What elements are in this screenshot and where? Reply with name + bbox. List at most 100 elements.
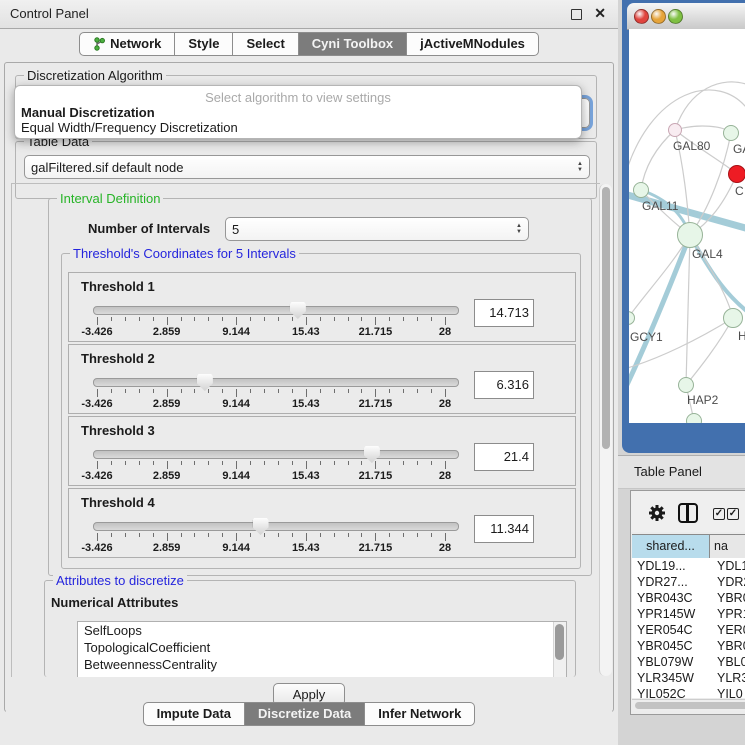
tick-mark <box>375 461 376 469</box>
table-data-combobox[interactable]: galFiltered.sif default node ▲▼ <box>24 155 590 179</box>
cell-shared-name[interactable]: YDL19... <box>632 558 711 574</box>
interval-definition-title: Interval Definition <box>57 191 163 206</box>
cell-shared-name[interactable]: YPR145W <box>632 606 711 622</box>
table-row[interactable]: YIL052CYIL0 <box>632 686 745 698</box>
table-body: YDL19...YDL1YDR27...YDR2YBR043CYBR0YPR14… <box>632 558 745 698</box>
tick-mark <box>306 461 307 469</box>
top-right-node[interactable] <box>723 125 739 141</box>
cell-name[interactable]: YIL0 <box>711 686 745 698</box>
table-row[interactable]: YBL079WYBL0 <box>632 654 745 670</box>
scrollbar-thumb[interactable] <box>602 187 610 449</box>
cell-name[interactable]: YBR0 <box>711 638 745 654</box>
list-item[interactable]: SelfLoops <box>78 622 566 639</box>
tab-select[interactable]: Select <box>233 32 298 56</box>
cell-shared-name[interactable]: YDR27... <box>632 574 711 590</box>
slider-track[interactable] <box>93 450 459 459</box>
tick-mark <box>236 533 237 541</box>
table-row[interactable]: YLR345WYLR3 <box>632 670 745 686</box>
numerical-attributes-list: SelfLoopsTopologicalCoefficientBetweenne… <box>77 621 567 678</box>
popup-placeholder: Select algorithm to view settings <box>15 90 581 105</box>
tick-mark <box>306 533 307 541</box>
popup-option-equal-width[interactable]: Equal Width/Frequency Discretization <box>21 120 238 135</box>
slider-track[interactable] <box>93 306 459 315</box>
tick-mark <box>278 461 279 465</box>
algorithm-dropdown-popup: Select algorithm to view settings Manual… <box>14 85 582 139</box>
panel-vertical-scrollbar[interactable] <box>599 184 612 676</box>
cell-shared-name[interactable]: YBL079W <box>632 654 711 670</box>
table-row[interactable]: YPR145WYPR1 <box>632 606 745 622</box>
split-table-icon[interactable] <box>678 503 698 523</box>
gal80-node[interactable] <box>668 123 682 137</box>
red-node[interactable] <box>728 165 745 183</box>
cell-shared-name[interactable]: YBR045C <box>632 638 711 654</box>
table-row[interactable]: YER054CYER0 <box>632 622 745 638</box>
tab-network[interactable]: Network <box>79 32 175 56</box>
slider-track[interactable] <box>93 378 459 387</box>
cell-shared-name[interactable]: YBR043C <box>632 590 711 606</box>
minimize-traffic-light[interactable] <box>651 9 666 24</box>
threshold-value-field[interactable]: 11.344 <box>474 515 534 543</box>
tick-mark <box>445 317 446 325</box>
tab-discretize-data[interactable]: Discretize Data <box>245 702 365 726</box>
table-row[interactable]: YBR043CYBR0 <box>632 590 745 606</box>
scrollbar-thumb[interactable] <box>635 702 745 709</box>
float-window-icon[interactable] <box>571 9 582 20</box>
hap2-node[interactable] <box>678 377 694 393</box>
cell-name[interactable]: YER0 <box>711 622 745 638</box>
cell-name[interactable]: YBL0 <box>711 654 745 670</box>
cell-name[interactable]: YDR2 <box>711 574 745 590</box>
num-intervals-combobox[interactable]: 5 ▲▼ <box>225 217 529 241</box>
tab-infer-network[interactable]: Infer Network <box>365 702 475 726</box>
tick-mark <box>97 461 98 469</box>
close-icon[interactable]: ✕ <box>594 5 606 22</box>
cell-name[interactable]: YDL1 <box>711 558 745 574</box>
list-item[interactable]: BetweennessCentrality <box>78 656 566 673</box>
tick-mark <box>348 389 349 393</box>
tick-mark <box>292 461 293 465</box>
tick-mark <box>292 533 293 537</box>
table-row[interactable]: YDL19...YDL1 <box>632 558 745 574</box>
table-panel-toolbar: ✓ ✓ <box>631 491 745 532</box>
cell-name[interactable]: YBR0 <box>711 590 745 606</box>
tick-mark <box>306 389 307 397</box>
column-header-shared-name[interactable]: shared... <box>632 535 710 558</box>
gear-icon[interactable] <box>648 504 666 522</box>
cell-name[interactable]: YLR3 <box>711 670 745 686</box>
num-intervals-label: Number of Intervals <box>88 221 210 236</box>
right-node[interactable] <box>723 308 743 328</box>
scrollbar-thumb[interactable] <box>555 624 564 660</box>
popup-option-manual[interactable]: Manual Discretization <box>21 105 155 120</box>
cell-name[interactable]: YPR1 <box>711 606 745 622</box>
cell-shared-name[interactable]: YLR345W <box>632 670 711 686</box>
tick-label: 21.715 <box>359 398 393 410</box>
table-row[interactable]: YDR27...YDR2 <box>632 574 745 590</box>
checkbox-icon[interactable]: ✓ <box>713 508 725 520</box>
gal11-node[interactable] <box>633 182 649 198</box>
checkbox-icon[interactable]: ✓ <box>727 508 739 520</box>
table-row[interactable]: YBR045CYBR0 <box>632 638 745 654</box>
tab-impute-data[interactable]: Impute Data <box>143 702 245 726</box>
cell-shared-name[interactable]: YER054C <box>632 622 711 638</box>
zoom-traffic-light[interactable] <box>668 9 683 24</box>
network-canvas[interactable]: GAL80GACGAL11GAL4GCY1HHAP2 <box>629 29 745 423</box>
column-header-name[interactable]: na <box>710 535 745 558</box>
slider-tick-labels: -3.4262.8599.14415.4321.71528 <box>97 470 445 482</box>
cell-shared-name[interactable]: YIL052C <box>632 686 711 698</box>
bottom-node[interactable] <box>686 413 702 423</box>
tab-style[interactable]: Style <box>175 32 233 56</box>
threshold-value-field[interactable]: 14.713 <box>474 299 534 327</box>
list-item[interactable]: TopologicalCoefficient <box>78 639 566 656</box>
threshold-value-field[interactable]: 6.316 <box>474 371 534 399</box>
table-horizontal-scrollbar[interactable] <box>632 699 745 711</box>
tick-mark <box>167 533 168 541</box>
attributes-list-scrollbar[interactable] <box>553 622 566 678</box>
threshold-value-field[interactable]: 21.4 <box>474 443 534 471</box>
gal4-node[interactable] <box>677 222 703 248</box>
tick-mark <box>111 317 112 321</box>
tick-mark <box>125 461 126 465</box>
tab-jactivemnodules[interactable]: jActiveMNodules <box>407 32 539 56</box>
tab-cyni-toolbox[interactable]: Cyni Toolbox <box>299 32 407 56</box>
close-traffic-light[interactable] <box>634 9 649 24</box>
tick-mark <box>111 389 112 393</box>
slider-track[interactable] <box>93 522 459 531</box>
